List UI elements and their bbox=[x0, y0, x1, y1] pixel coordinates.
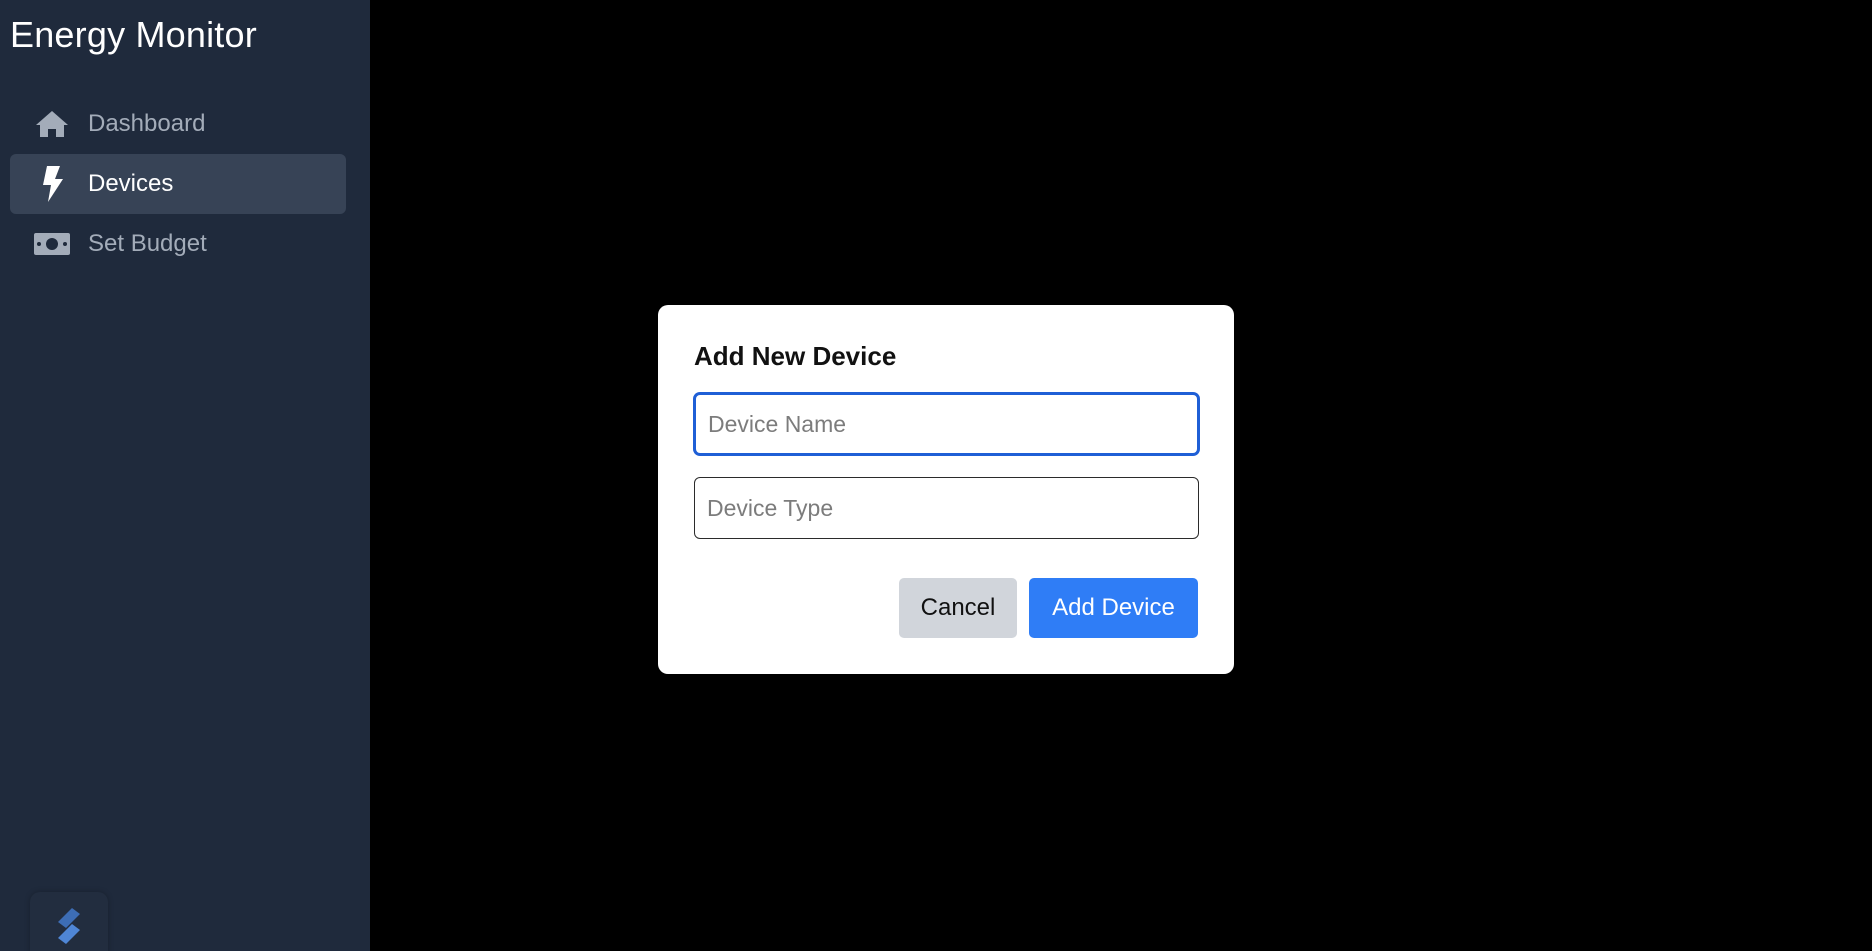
sidebar-item-devices[interactable]: Devices bbox=[10, 154, 346, 214]
app-logo-badge[interactable] bbox=[30, 892, 108, 951]
dialog-actions: Cancel Add Device bbox=[899, 578, 1198, 638]
sidebar-item-label: Set Budget bbox=[88, 230, 207, 257]
cancel-button[interactable]: Cancel bbox=[899, 578, 1017, 638]
sidebar-item-label: Devices bbox=[88, 170, 174, 197]
money-bill-icon bbox=[32, 226, 72, 262]
dialog-title: Add New Device bbox=[694, 341, 897, 371]
add-device-dialog: Add New Device Cancel Add Device bbox=[658, 305, 1234, 674]
sidebar-item-dashboard[interactable]: Dashboard bbox=[10, 94, 346, 154]
bolt-icon bbox=[32, 166, 72, 202]
sidebar: Energy Monitor Dashboard Devices Set Bud… bbox=[0, 0, 370, 951]
logo-icon bbox=[58, 908, 80, 944]
add-device-button[interactable]: Add Device bbox=[1029, 578, 1198, 638]
sidebar-nav: Dashboard Devices Set Budget bbox=[10, 94, 346, 274]
home-icon bbox=[32, 106, 72, 142]
device-name-input[interactable] bbox=[694, 393, 1199, 455]
sidebar-item-set-budget[interactable]: Set Budget bbox=[10, 214, 346, 274]
app-root: Energy Monitor Dashboard Devices Set Bud… bbox=[0, 0, 1872, 951]
app-title: Energy Monitor bbox=[10, 14, 257, 55]
sidebar-item-label: Dashboard bbox=[88, 110, 206, 137]
device-type-input[interactable] bbox=[694, 477, 1199, 539]
